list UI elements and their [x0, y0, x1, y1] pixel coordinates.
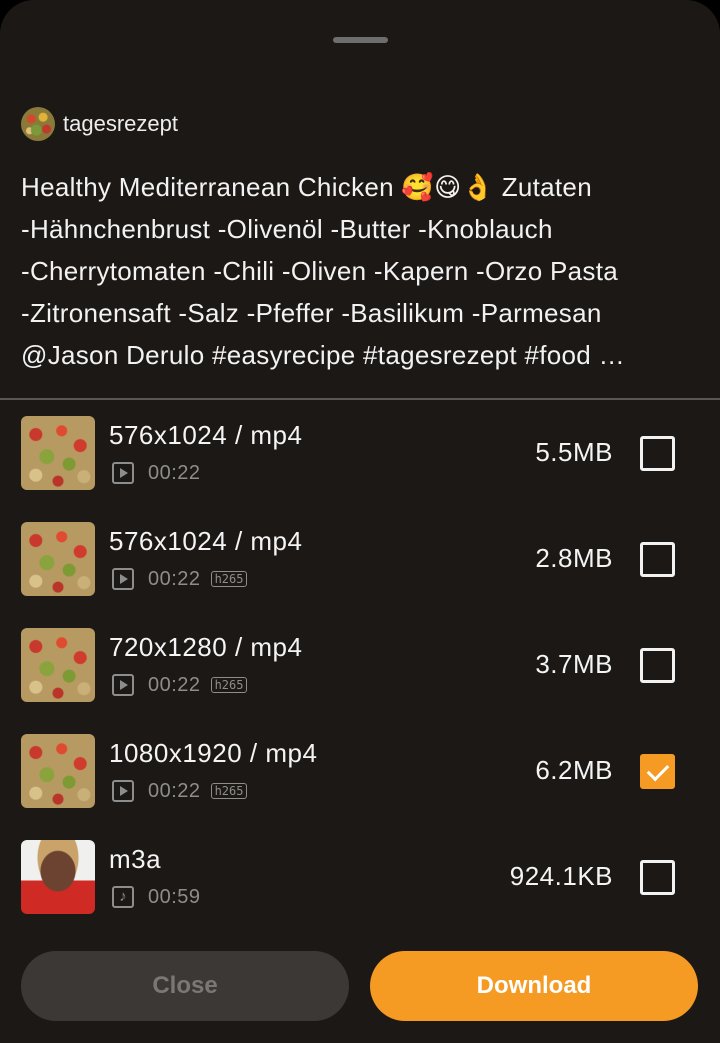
duration: 00:22: [148, 461, 201, 484]
file-size: 924.1KB: [509, 861, 613, 891]
video-thumbnail: [21, 734, 95, 808]
file-size: 5.5MB: [535, 437, 613, 467]
play-icon: [112, 462, 134, 484]
play-icon: [112, 780, 134, 802]
format-title: 576x1024 / mp4: [109, 526, 303, 556]
list-item[interactable]: 576x1024 / mp4 00:22 h265 2.8MB: [0, 506, 720, 612]
music-note-icon: ♪: [112, 886, 134, 908]
audio-thumbnail: [21, 840, 95, 914]
select-checkbox[interactable]: [640, 860, 675, 895]
play-icon: [112, 568, 134, 590]
play-icon: [112, 674, 134, 696]
duration: 00:22: [148, 673, 201, 696]
duration: 00:22: [148, 779, 201, 802]
codec-badge: h265: [210, 677, 248, 693]
format-meta: 00:22 h265: [112, 779, 248, 803]
format-meta: ♪ 00:59: [112, 885, 201, 909]
codec-badge: h265: [210, 571, 248, 587]
select-checkbox[interactable]: [640, 436, 675, 471]
video-description: Healthy Mediterranean Chicken 🥰😋👌 Zutate…: [21, 172, 625, 370]
download-button[interactable]: Download: [370, 951, 698, 1021]
format-title: 1080x1920 / mp4: [109, 738, 318, 768]
duration: 00:59: [148, 885, 201, 908]
drag-handle[interactable]: [333, 37, 388, 43]
avatar: [21, 107, 55, 141]
duration: 00:22: [148, 567, 201, 590]
codec-badge: h265: [210, 783, 248, 799]
format-meta: 00:22 h265: [112, 567, 248, 591]
list-item[interactable]: 576x1024 / mp4 00:22 5.5MB: [0, 400, 720, 506]
video-thumbnail: [21, 522, 95, 596]
format-title: m3a: [109, 844, 162, 874]
format-meta: 00:22 h265: [112, 673, 248, 697]
close-button[interactable]: Close: [21, 951, 349, 1021]
format-title: 576x1024 / mp4: [109, 420, 303, 450]
select-checkbox[interactable]: [640, 542, 675, 577]
select-checkbox[interactable]: [640, 754, 675, 789]
file-size: 2.8MB: [535, 543, 613, 573]
file-size: 3.7MB: [535, 649, 613, 679]
video-thumbnail: [21, 416, 95, 490]
author-row: tagesrezept: [21, 104, 178, 144]
download-sheet: tagesrezept Healthy Mediterranean Chicke…: [0, 0, 720, 1043]
format-title: 720x1280 / mp4: [109, 632, 303, 662]
select-checkbox[interactable]: [640, 648, 675, 683]
video-thumbnail: [21, 628, 95, 702]
list-item[interactable]: 1080x1920 / mp4 00:22 h265 6.2MB: [0, 718, 720, 824]
format-meta: 00:22: [112, 461, 201, 485]
file-size: 6.2MB: [535, 755, 613, 785]
author-name: tagesrezept: [63, 111, 178, 136]
list-item[interactable]: m3a ♪ 00:59 924.1KB: [0, 824, 720, 930]
list-item[interactable]: 720x1280 / mp4 00:22 h265 3.7MB: [0, 612, 720, 718]
